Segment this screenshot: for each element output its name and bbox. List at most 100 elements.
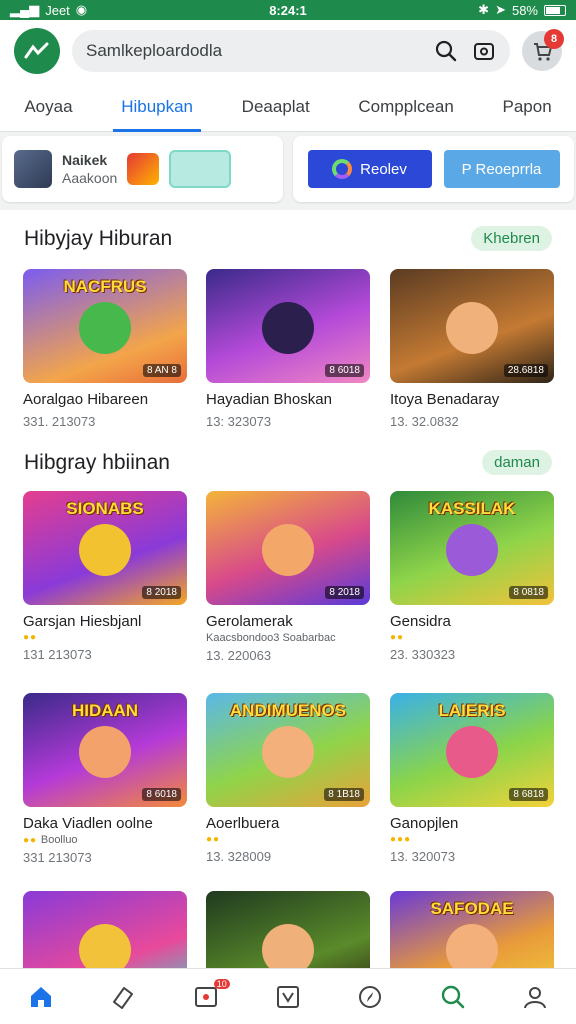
thumbnail-headline: SAFODAE (430, 899, 514, 918)
promo-chip[interactable] (169, 150, 232, 188)
game-card[interactable]: 8 2018 Gerolamerak Kaacsbondoo3 Soabarba… (206, 491, 370, 663)
game-card[interactable]: 28.6818 Itoya Benadaray 13. 32.0832 (390, 269, 554, 429)
nav-check[interactable] (268, 977, 308, 1017)
home-icon (31, 986, 52, 1007)
nav-tag[interactable] (103, 977, 143, 1017)
tag-icon (113, 986, 134, 1009)
character-art (79, 924, 131, 968)
card-meta: 13. 328009 (206, 849, 272, 864)
card-title: Aoralgao Hibareen (23, 391, 149, 408)
character-art (262, 302, 314, 355)
category-tabs: Aoyaa Hibupkan Deaaplat Compplcean Papon (0, 82, 576, 132)
thumbnail-badge: 8 2018 (325, 586, 364, 599)
bluetooth-icon: ✱ (478, 2, 490, 17)
thumbnail-badge: 8 6818 (509, 788, 548, 801)
thumbnail-badge: 8 6018 (142, 788, 181, 801)
card-title: Gensidra (390, 613, 451, 630)
ring-icon (332, 159, 353, 179)
nav-compass[interactable] (350, 977, 390, 1017)
character-art (79, 726, 131, 779)
thumbnail-headline: KASSILAK (428, 499, 516, 518)
promo-app-icon[interactable] (127, 153, 160, 185)
section-header: Hibyjay Hiburan Khebren (0, 226, 576, 251)
search-bar[interactable] (72, 30, 510, 72)
game-thumbnail: 8 6018 (206, 269, 370, 383)
card-subtitle-text: Boolluo (40, 834, 78, 846)
card-meta: 331. 213073 (23, 414, 96, 429)
card-meta: 13. 320073 (390, 849, 456, 864)
game-card[interactable]: LAIERIS 8 6818 Ganopjlen ●●● 13. 320073 (390, 693, 554, 864)
section-title: Hibyjay Hiburan (24, 226, 173, 250)
bottom-nav: 10 (0, 968, 576, 1024)
character-art (262, 524, 314, 577)
character-art (446, 302, 498, 355)
game-thumbnail: LAIERIS 8 6818 (390, 693, 554, 807)
section-chip[interactable]: daman (482, 450, 552, 475)
tab-aoyaa[interactable]: Aoyaa (16, 82, 80, 132)
card-title: Aoerlbuera (206, 815, 280, 832)
card-title: Daka Viadlen oolne (23, 815, 153, 832)
tab-compplcean[interactable]: Compplcean (350, 82, 461, 132)
promo-secondary-button[interactable]: P Reoeprrla (443, 150, 560, 188)
game-thumbnail: SAFODAE (390, 891, 554, 968)
card-subtitle: Kaacsbondoo3 Soabarbac (206, 632, 336, 644)
character-art (79, 524, 131, 577)
character-art (446, 524, 498, 577)
app-logo[interactable] (14, 28, 60, 74)
rating-stars: ●● (206, 834, 221, 845)
thumbnail-badge: 28.6818 (503, 364, 548, 377)
nav-badge: 10 (213, 978, 230, 989)
search-input[interactable] (86, 41, 422, 61)
tab-hibupkan[interactable]: Hibupkan (113, 82, 201, 132)
nav-profile[interactable] (515, 977, 555, 1017)
carrier-label: Jeet (45, 2, 70, 18)
profile-icon (523, 986, 546, 1008)
nav-inbox[interactable]: 10 (186, 977, 230, 1017)
game-card[interactable]: SIONABS 8 2018 Garsjan Hiesbjanl ●● 131 … (23, 491, 187, 662)
thumbnail-badge: 8 2018 (142, 586, 181, 599)
nav-search[interactable] (433, 977, 473, 1017)
status-bar: ▂▄▆ Jeet ◉ 8:24:1 ✱ ➤ 58% (0, 0, 576, 20)
thumbnail-headline: SIONABS (66, 499, 144, 518)
character-art (446, 924, 498, 968)
card-title: Hayadian Bhoskan (206, 391, 332, 408)
trend-icon (24, 42, 49, 59)
location-icon: ➤ (495, 2, 506, 17)
camera-icon[interactable] (470, 37, 498, 65)
app-header: 8 (0, 20, 576, 82)
promo-card-app[interactable]: Naikek Aaakoon (2, 136, 283, 202)
game-card[interactable] (206, 891, 370, 968)
game-card[interactable] (23, 891, 187, 968)
thumbnail-headline: HIDAAN (71, 701, 139, 720)
game-card[interactable]: HIDAAN 8 6018 Daka Viadlen oolne ●● Bool… (23, 693, 187, 865)
card-meta: 13. 32.0832 (390, 414, 459, 429)
promo-card-actions: Reolev P Reoeprrla (293, 136, 574, 202)
tab-papon[interactable]: Papon (495, 82, 560, 132)
tab-deaaplat[interactable]: Deaaplat (234, 82, 318, 132)
game-card[interactable]: KASSILAK 8 0818 Gensidra ●● 23. 330323 (390, 491, 554, 662)
rating-stars: ●● (390, 632, 405, 643)
section-chip[interactable]: Khebren (471, 226, 552, 251)
thumbnail-headline: NACFRUS (63, 277, 147, 296)
card-title: Itoya Benadaray (390, 391, 500, 408)
game-thumbnail: HIDAAN 8 6018 (23, 693, 187, 807)
card-meta: 23. 330323 (390, 647, 456, 662)
game-thumbnail: ANDIMUENOS 8 1B18 (206, 693, 370, 807)
game-card[interactable]: NACFRUS 8 AN 8 Aoralgao Hibareen 331. 21… (23, 269, 187, 429)
game-card[interactable]: SAFODAE (390, 891, 554, 968)
card-title: Gerolamerak (206, 613, 293, 630)
game-thumbnail (23, 891, 187, 968)
game-thumbnail (206, 891, 370, 968)
search-icon[interactable] (432, 37, 460, 65)
game-card[interactable]: ANDIMUENOS 8 1B18 Aoerlbuera ●● 13. 3280… (206, 693, 370, 864)
compass-icon (359, 985, 382, 1008)
avatar[interactable]: 8 (522, 29, 564, 71)
promo-primary-button[interactable]: Reolev (307, 150, 432, 188)
card-meta: 131 213073 (23, 647, 92, 662)
game-thumbnail: KASSILAK 8 0818 (390, 491, 554, 605)
game-thumbnail: SIONABS 8 2018 (23, 491, 187, 605)
card-subtitle: ●● Boolluo (23, 834, 187, 846)
game-card[interactable]: 8 6018 Hayadian Bhoskan 13: 323073 (206, 269, 370, 429)
nav-home[interactable] (21, 977, 61, 1017)
card-meta: 331 213073 (23, 850, 92, 865)
